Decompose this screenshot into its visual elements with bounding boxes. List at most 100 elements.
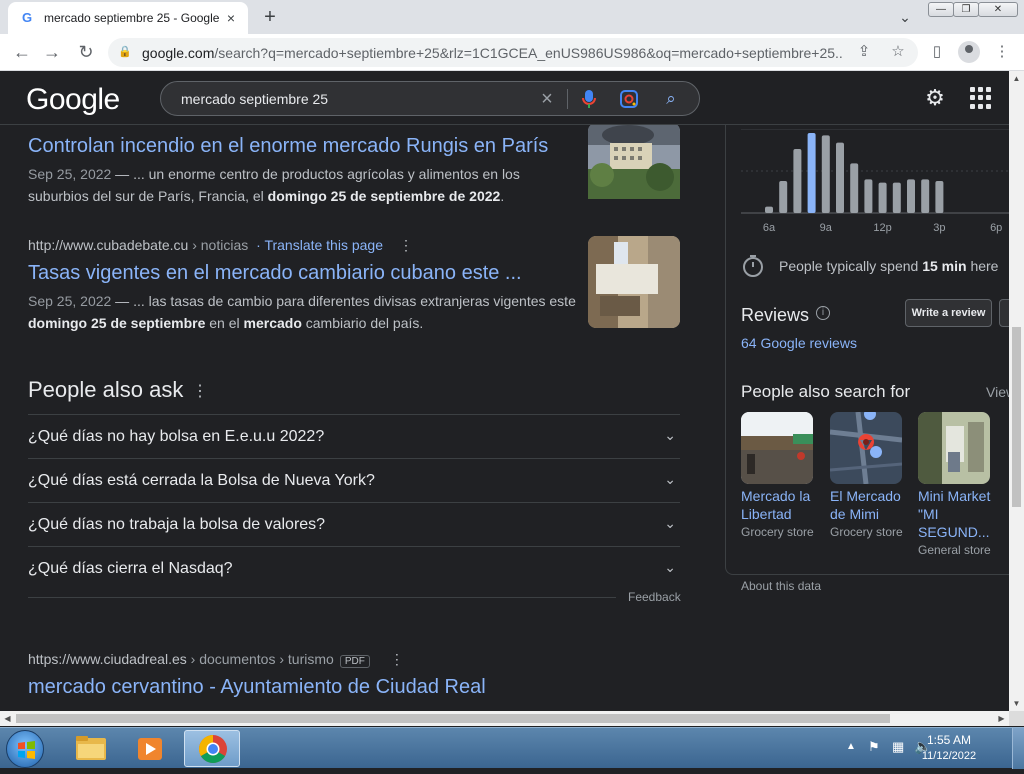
profile-avatar-icon[interactable] (958, 41, 980, 63)
network-icon[interactable]: ▦ (892, 739, 904, 755)
place-map[interactable] (830, 412, 902, 484)
people-also-ask-heading: People also ask (28, 377, 184, 402)
result-thumbnail[interactable] (588, 236, 680, 328)
share-icon[interactable]: ⇪ (852, 40, 876, 64)
horizontal-scroll-thumb[interactable] (16, 714, 890, 723)
paa-more-options-icon[interactable]: ⋮ (192, 381, 208, 401)
side-panel-icon[interactable]: ▯ (925, 40, 949, 64)
google-lens-icon[interactable] (619, 89, 639, 109)
taskbar-clock[interactable]: 1:55 AM 11/12/2022 (920, 733, 978, 762)
search-icon[interactable]: ⌕ (659, 88, 683, 110)
chart-bar[interactable] (935, 181, 944, 213)
close-window-button[interactable]: ✕ (978, 2, 1018, 17)
google-logo[interactable]: Google (26, 83, 120, 117)
google-reviews-link[interactable]: 64 Google reviews (741, 335, 857, 351)
chart-bar[interactable] (907, 179, 915, 213)
paa-question[interactable]: ¿Qué días cierra el Nasdaq? ⌄ (28, 546, 680, 590)
restore-window-button[interactable]: ❐ (953, 2, 979, 17)
chrome-icon (199, 735, 227, 763)
horizontal-scrollbar[interactable]: ◀ ▶ (0, 711, 1009, 726)
result-site[interactable]: https://www.ciudadreal.es (28, 651, 187, 667)
search-box[interactable]: mercado septiembre 25 × ⌕ (160, 81, 700, 116)
chart-x-tick-label: 6p (990, 222, 1002, 234)
result-site[interactable]: http://www.cubadebate.cu (28, 237, 188, 253)
show-desktop-button[interactable] (1012, 728, 1024, 769)
scrollbar-corner (1009, 711, 1024, 726)
paa-question[interactable]: ¿Qué días no trabaja la bolsa de valores… (28, 502, 680, 546)
back-arrow-icon[interactable]: ← (10, 40, 34, 64)
forward-arrow-icon[interactable]: → (40, 40, 64, 64)
place-name[interactable]: Mini Market "MI SEGUND... (918, 487, 992, 541)
reviews-heading: Reviews (741, 305, 810, 325)
action-center-flag-icon[interactable]: ⚑ (868, 739, 880, 755)
add-photo-button[interactable] (999, 299, 1009, 327)
chevron-down-icon[interactable]: ⌄ (664, 559, 676, 576)
result-path: › documentos › turismo (186, 651, 334, 667)
browser-menu-icon[interactable]: ⋮ (990, 40, 1014, 64)
chart-bar[interactable] (821, 135, 830, 213)
microphone-icon[interactable] (579, 88, 599, 110)
settings-gear-icon[interactable]: ⚙ (922, 85, 948, 111)
chart-bar[interactable] (850, 163, 859, 213)
tab-google-search[interactable]: G mercado septiembre 25 - Google Search … (8, 2, 248, 34)
chart-bar[interactable] (779, 181, 788, 213)
chart-bar[interactable] (793, 149, 802, 213)
file-explorer-taskbar-button[interactable] (62, 730, 118, 767)
result-title-link[interactable]: Controlan incendio en el enorme mercado … (28, 133, 680, 159)
chart-bar[interactable] (892, 182, 901, 213)
windows-start-button[interactable] (6, 730, 44, 768)
tab-strip: G mercado septiembre 25 - Google Search … (0, 0, 1024, 34)
chevron-down-icon[interactable]: ⌄ (664, 515, 676, 532)
chart-bar[interactable] (807, 133, 816, 213)
chart-bar[interactable] (836, 142, 844, 213)
chart-bar[interactable] (921, 179, 930, 213)
bookmark-star-icon[interactable]: ☆ (886, 40, 910, 64)
search-input[interactable]: mercado septiembre 25 (181, 91, 328, 107)
chart-bar[interactable] (878, 182, 887, 213)
write-review-button[interactable]: Write a review (905, 299, 992, 327)
view-more-link[interactable]: View (986, 384, 1009, 400)
place-name[interactable]: El Mercado de Mimi (830, 487, 904, 523)
info-icon[interactable]: i (816, 306, 830, 320)
scroll-right-arrow-icon[interactable]: ▶ (994, 711, 1009, 726)
google-apps-icon[interactable] (970, 87, 992, 109)
windows-taskbar: ▲ ⚑ ▦ 🔈 1:55 AM 11/12/2022 (0, 727, 1024, 769)
place-photo[interactable] (918, 412, 990, 484)
tab-search-chevron-icon[interactable]: ⌄ (894, 6, 916, 28)
scroll-left-arrow-icon[interactable]: ◀ (0, 711, 15, 726)
feedback-link[interactable]: Feedback (628, 590, 681, 604)
related-place-card[interactable]: Mini Market "MI SEGUND... General store (918, 412, 992, 557)
vertical-scroll-thumb[interactable] (1012, 327, 1021, 507)
reload-icon[interactable]: ↻ (74, 40, 98, 64)
about-this-data-link[interactable]: About this data (741, 579, 821, 593)
chrome-taskbar-button[interactable] (184, 730, 240, 767)
translate-link[interactable]: · Translate this page (256, 237, 383, 253)
browser-toolbar: ← → ↻ 🔒 google.com/search?q=mercado+sept… (0, 34, 1024, 71)
chevron-down-icon[interactable]: ⌄ (664, 427, 676, 444)
paa-question[interactable]: ¿Qué días no hay bolsa en E.e.u.u 2022? … (28, 414, 680, 458)
related-place-card[interactable]: El Mercado de Mimi Grocery store (830, 412, 904, 539)
show-hidden-icons-arrow-icon[interactable]: ▲ (846, 741, 856, 752)
scroll-down-arrow-icon[interactable]: ▼ (1009, 696, 1024, 711)
paa-question[interactable]: ¿Qué días está cerrada la Bolsa de Nueva… (28, 458, 680, 502)
place-name[interactable]: Mercado la Libertad (741, 487, 815, 523)
related-place-card[interactable]: Mercado la Libertad Grocery store (741, 412, 815, 539)
new-tab-button[interactable]: + (258, 5, 282, 29)
place-photo[interactable] (741, 412, 813, 484)
result-thumbnail[interactable] (588, 125, 680, 215)
minimize-window-button[interactable]: — (928, 2, 954, 17)
address-bar[interactable]: 🔒 google.com/search?q=mercado+septiembre… (108, 38, 918, 67)
result-title-link[interactable]: Tasas vigentes en el mercado cambiario c… (28, 260, 680, 286)
media-player-taskbar-button[interactable] (122, 730, 178, 767)
clear-search-icon[interactable]: × (535, 87, 559, 111)
result-more-options-icon[interactable]: ⋮ (390, 651, 404, 668)
pdf-badge: PDF (339, 655, 370, 668)
scroll-up-arrow-icon[interactable]: ▲ (1009, 71, 1024, 86)
chart-bar[interactable] (864, 179, 873, 213)
vertical-scrollbar[interactable]: ▲ ▼ (1009, 71, 1024, 711)
chart-bar[interactable] (765, 206, 773, 213)
tab-close-icon[interactable]: × (222, 9, 240, 27)
result-more-options-icon[interactable]: ⋮ (399, 237, 413, 254)
chevron-down-icon[interactable]: ⌄ (664, 471, 676, 488)
result-title-link[interactable]: mercado cervantino - Ayuntamiento de Ciu… (28, 674, 680, 700)
